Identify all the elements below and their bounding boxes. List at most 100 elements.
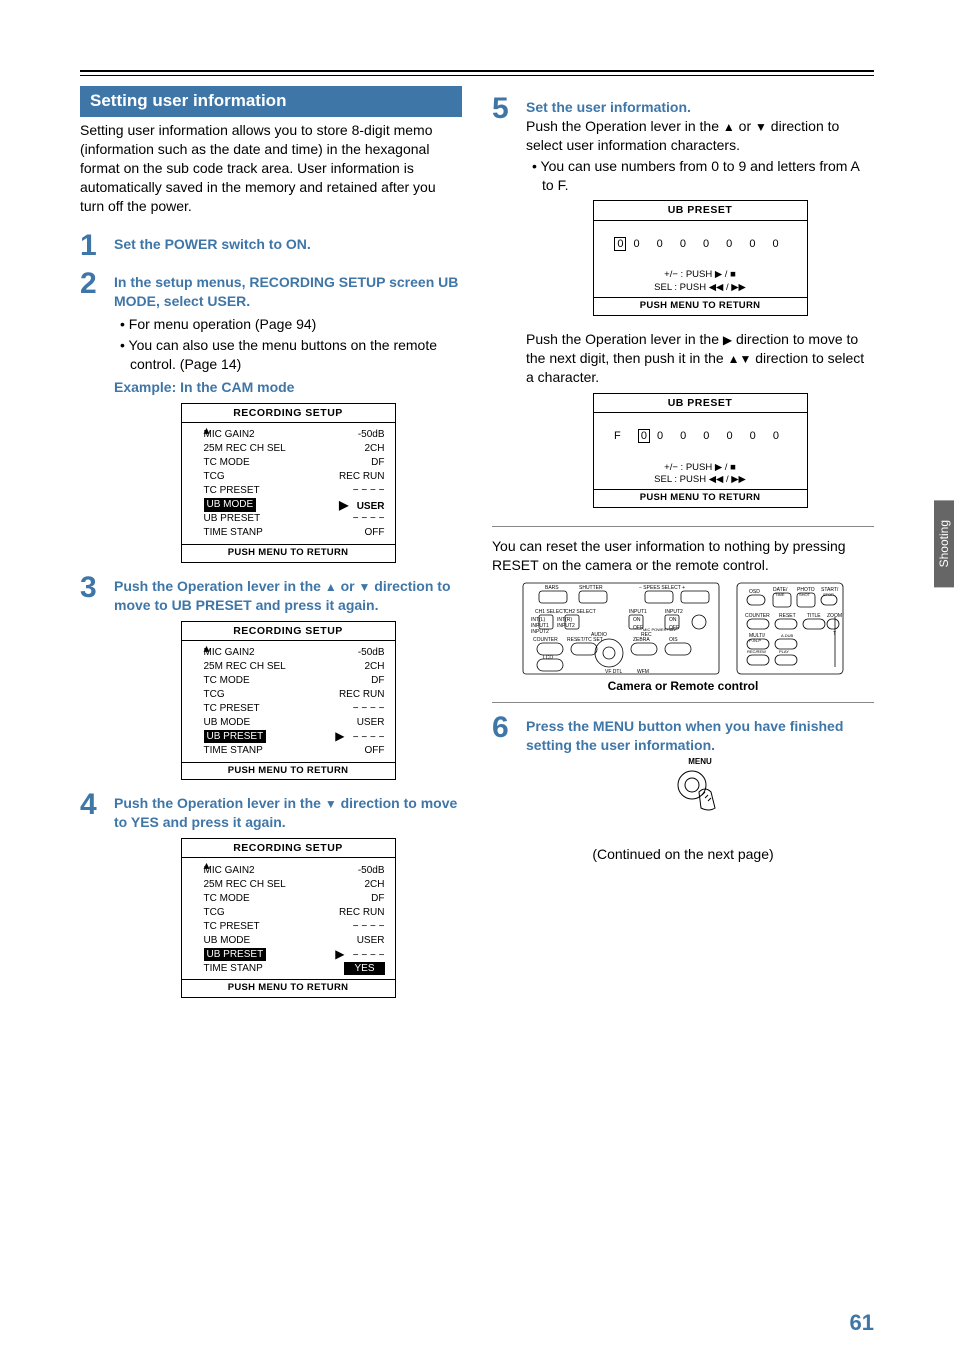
svg-text:INPUT2: INPUT2 [665,609,683,615]
svg-text:SHOT: SHOT [799,592,811,597]
osd-ub-preset-b: UB PRESET F 00 0 0 0 0 0 +/− : PUSH ▶ / … [593,393,808,509]
osd-value: OFF [365,526,385,540]
osd-footer: PUSH MENU TO RETURN [182,979,395,997]
up-arrow-icon: ▴ [204,857,210,873]
step-text: Push the Operation lever in the ▶ direct… [526,330,874,387]
down-arrow-icon: ▼ [359,580,371,594]
osd-value: ▶ USER [339,497,384,514]
osd-value: DF [371,892,384,906]
svg-text:ON: ON [633,617,641,623]
osd-value: REC RUN [339,470,385,484]
right-arrow-icon: ▶ [335,947,344,961]
camera-diagram: BARSSHUTTER − SPEES SELECT + CH1 SELECTC… [521,581,721,676]
osd-label: 25M REC CH SEL [204,442,286,456]
svg-text:ZOOM: ZOOM [827,613,842,619]
osd-label-selected: UB PRESET [204,730,267,744]
selected-digit: 0 [614,237,626,251]
osd-footer: PUSH MENU TO RETURN [594,297,807,315]
osd-label: 25M REC CH SEL [204,878,286,892]
svg-text:COUNTER: COUNTER [745,613,770,619]
continued-note: (Continued on the next page) [492,845,874,864]
step-title: Set the POWER switch to ON. [114,236,311,252]
svg-text:− SPEES SELECT +: − SPEES SELECT + [639,585,685,591]
osd-label: TC MODE [204,456,250,470]
osd-value: ▶ − − − − [335,728,384,745]
osd-label: UB MODE [204,716,251,730]
svg-text:ON: ON [669,617,677,623]
osd-title: UB PRESET [594,394,807,413]
osd-label: MIC GAIN2 [204,646,255,660]
right-arrow-icon: ▶ [723,333,732,347]
down-arrow-icon: ▼ [739,352,751,366]
osd-label: TIME STANP [204,744,263,758]
down-arrow-icon: ▼ [755,120,767,134]
osd-value: USER [357,716,385,730]
svg-text:BARS: BARS [545,585,559,591]
example-label: Example: In the CAM mode [114,378,462,397]
osd-value: OFF [365,744,385,758]
menu-label: MENU [526,757,874,768]
osd-value: USER [357,934,385,948]
svg-text:RESET/TC SET: RESET/TC SET [567,637,603,643]
osd-label: TIME STANP [204,526,263,540]
osd-label: TC MODE [204,674,250,688]
bullet: For menu operation (Page 94) [120,315,462,334]
svg-text:INPUT2: INPUT2 [557,623,575,629]
svg-text:A.DUB: A.DUB [781,633,794,638]
osd-label: TCG [204,470,225,484]
svg-text:COUNTER: COUNTER [533,637,558,643]
divider [492,702,874,703]
step-text: Push the Operation lever in the ▲ or ▼ d… [526,117,874,155]
divider [492,526,874,527]
step-1: 1 Set the POWER switch to ON. [80,231,462,261]
reset-note: You can reset the user information to no… [492,537,874,575]
step-4: 4 Push the Operation lever in the ▼ dire… [80,790,462,832]
svg-text:OFF: OFF [633,625,643,631]
osd-ub-preset-a: UB PRESET 00 0 0 0 0 0 0 +/− : PUSH ▶ / … [593,200,808,316]
osd-title: RECORDING SETUP [182,404,395,423]
ub-digits: 00 0 0 0 0 0 0 [594,221,807,256]
osd-label: UB PRESET [204,512,261,526]
diagram-caption: Camera or Remote control [492,678,874,694]
bullet: You can also use the menu buttons on the… [120,336,462,374]
osd-value: − − − − [353,512,385,526]
osd-recording-setup-b: RECORDING SETUP ▴ MIC GAIN2-50dB 25M REC… [181,621,396,781]
osd-label-selected: UB MODE [204,498,257,512]
osd-value: REC RUN [339,688,385,702]
osd-value: − − − − [353,702,385,716]
svg-text:RESET: RESET [779,613,796,619]
osd-control-hint: +/− : PUSH ▶ / ■ [594,462,807,474]
step-title: Push the Operation lever in the ▼ direct… [114,790,462,832]
step-number: 3 [80,573,114,603]
osd-recording-setup-a: RECORDING SETUP ▴ MIC GAIN2-50dB 25M REC… [181,403,396,563]
remote-diagram: OSD DATE/TIME PHOTOSHOT START/STOP COUNT… [735,581,845,676]
svg-text:CH2 SELECT: CH2 SELECT [565,609,596,615]
svg-text:OSD: OSD [749,589,760,595]
step-number: 2 [80,269,114,299]
right-arrow-icon: ▶ [339,498,348,512]
step-2: 2 In the setup menus, RECORDING SETUP sc… [80,269,462,311]
step-3: 3 Push the Operation lever in the ▲ or ▼… [80,573,462,615]
up-arrow-icon: ▲ [325,580,337,594]
svg-text:INPUT2: INPUT2 [531,629,549,635]
up-arrow-icon: ▲ [728,352,740,366]
osd-value: ▶ − − − − [335,946,384,963]
osd-title: UB PRESET [594,201,807,220]
side-tab: Shooting [934,500,954,587]
section-heading: Setting user information [80,86,462,117]
osd-value: − − − − [353,920,385,934]
osd-value: REC RUN [339,906,385,920]
svg-text:SHUTTER: SHUTTER [579,585,603,591]
down-arrow-icon: ▼ [325,797,337,811]
osd-footer: PUSH MENU TO RETURN [182,762,395,780]
osd-label: TCG [204,688,225,702]
osd-label-selected: UB PRESET [204,948,267,962]
osd-label: 25M REC CH SEL [204,660,286,674]
osd-label: TCG [204,906,225,920]
svg-text:MIC POWER+48V: MIC POWER+48V [643,627,676,632]
osd-label: TC PRESET [204,920,260,934]
osd-label: TC PRESET [204,484,260,498]
section-intro: Setting user information allows you to s… [80,121,462,215]
right-arrow-icon: ▶ [335,729,344,743]
step-title: Set the user information. [526,98,874,117]
